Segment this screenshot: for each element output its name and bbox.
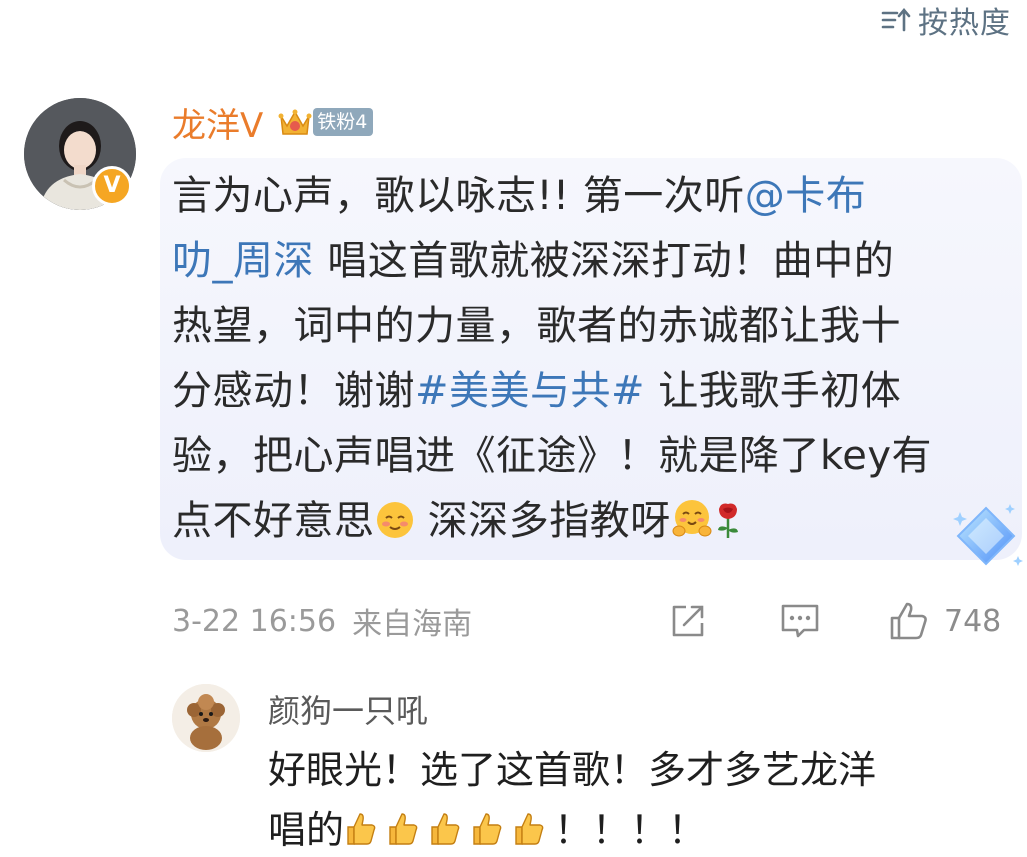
- thumbs-up-emoji-icon: [470, 804, 504, 857]
- author-name-row: 龙洋V 铁粉4: [172, 98, 374, 147]
- comment-text-segment: 点不好意思: [172, 498, 375, 544]
- hashtag-link[interactable]: #美美与共#: [415, 368, 645, 414]
- comment-time: 3-22 16:56: [172, 603, 337, 639]
- diamond-badge-icon: [953, 504, 1023, 566]
- comment-meta: 3-22 16:56 来自海南: [172, 598, 472, 644]
- reply-text: 好眼光！选了这首歌！多才多艺龙洋 唱的 ！！！！: [268, 740, 876, 857]
- comment-page: 按热度 V 龙洋V 铁粉4 言为心声，歌以咏志!! 第一次听@卡布 叻_周深 唱…: [0, 0, 1027, 857]
- sort-by-hot-button[interactable]: 按热度: [880, 0, 1011, 41]
- blush-emoji-icon: [375, 495, 415, 560]
- comment-line-5: 验，把心声唱进《征途》！就是降了key有: [172, 433, 933, 479]
- reply-text-segment: 唱的: [268, 808, 345, 852]
- thumbs-up-emoji-icon: [344, 804, 378, 857]
- crown-icon: [278, 109, 312, 135]
- reply-username[interactable]: 颜狗一只吼: [268, 686, 428, 732]
- comment-line-1: 言为心声，歌以咏志!! 第一次听@卡布: [172, 164, 1002, 229]
- thumbs-emoji-group: [344, 808, 554, 852]
- author-avatar[interactable]: V: [24, 98, 138, 212]
- comment-text: 言为心声，歌以咏志!! 第一次听@卡布 叻_周深 唱这首歌就被深深打动！曲中的 …: [172, 164, 1002, 554]
- reply-avatar[interactable]: [172, 684, 240, 752]
- thumbs-up-emoji-icon: [386, 804, 420, 857]
- share-icon: [672, 605, 704, 637]
- comment-text-segment: 分感动！谢谢: [172, 368, 415, 414]
- thumbs-up-icon: [890, 602, 927, 640]
- verified-v-badge-icon: V: [92, 166, 132, 206]
- comment-line-6: 点不好意思 深深多指教呀: [172, 489, 1002, 554]
- fan-level-badge: 铁粉4: [313, 108, 374, 136]
- mention-link[interactable]: @卡布: [745, 173, 867, 219]
- mention-link-cont[interactable]: 叻_周深: [172, 238, 314, 284]
- hug-emoji-icon: [671, 495, 713, 560]
- rose-emoji-icon: [713, 495, 743, 560]
- comment-text-segment: 言为心声，歌以咏志!! 第一次听: [172, 173, 745, 219]
- comment-text-segment: 唱这首歌就被深深打动！曲中的: [314, 238, 895, 284]
- sort-icon: [881, 7, 911, 32]
- comment-line-4: 分感动！谢谢#美美与共# 让我歌手初体: [172, 359, 1002, 424]
- comment-icon: [781, 604, 819, 638]
- reply-text-segment: ！！！！: [554, 808, 707, 852]
- like-button[interactable]: 748: [886, 598, 1001, 644]
- comment-line-3: 热望，词中的力量，歌者的赤诚都让我十: [172, 303, 901, 349]
- comment-text-segment: 让我歌手初体: [645, 368, 902, 414]
- thumbs-up-emoji-icon: [512, 804, 546, 857]
- comment-text-segment: 深深多指教呀: [414, 498, 671, 544]
- share-button[interactable]: [666, 598, 710, 644]
- reply-line-1: 好眼光！选了这首歌！多才多艺龙洋: [268, 748, 877, 792]
- reply-line-2: 唱的 ！！！！: [268, 800, 876, 857]
- reply-button[interactable]: [778, 598, 822, 644]
- author-username[interactable]: 龙洋V: [172, 98, 263, 147]
- like-count: 748: [944, 603, 1002, 639]
- comment-location: 来自海南: [352, 607, 473, 642]
- comment-line-2: 叻_周深 唱这首歌就被深深打动！曲中的: [172, 229, 1002, 294]
- thumbs-up-emoji-icon: [428, 804, 462, 857]
- sort-label: 按热度: [918, 6, 1011, 41]
